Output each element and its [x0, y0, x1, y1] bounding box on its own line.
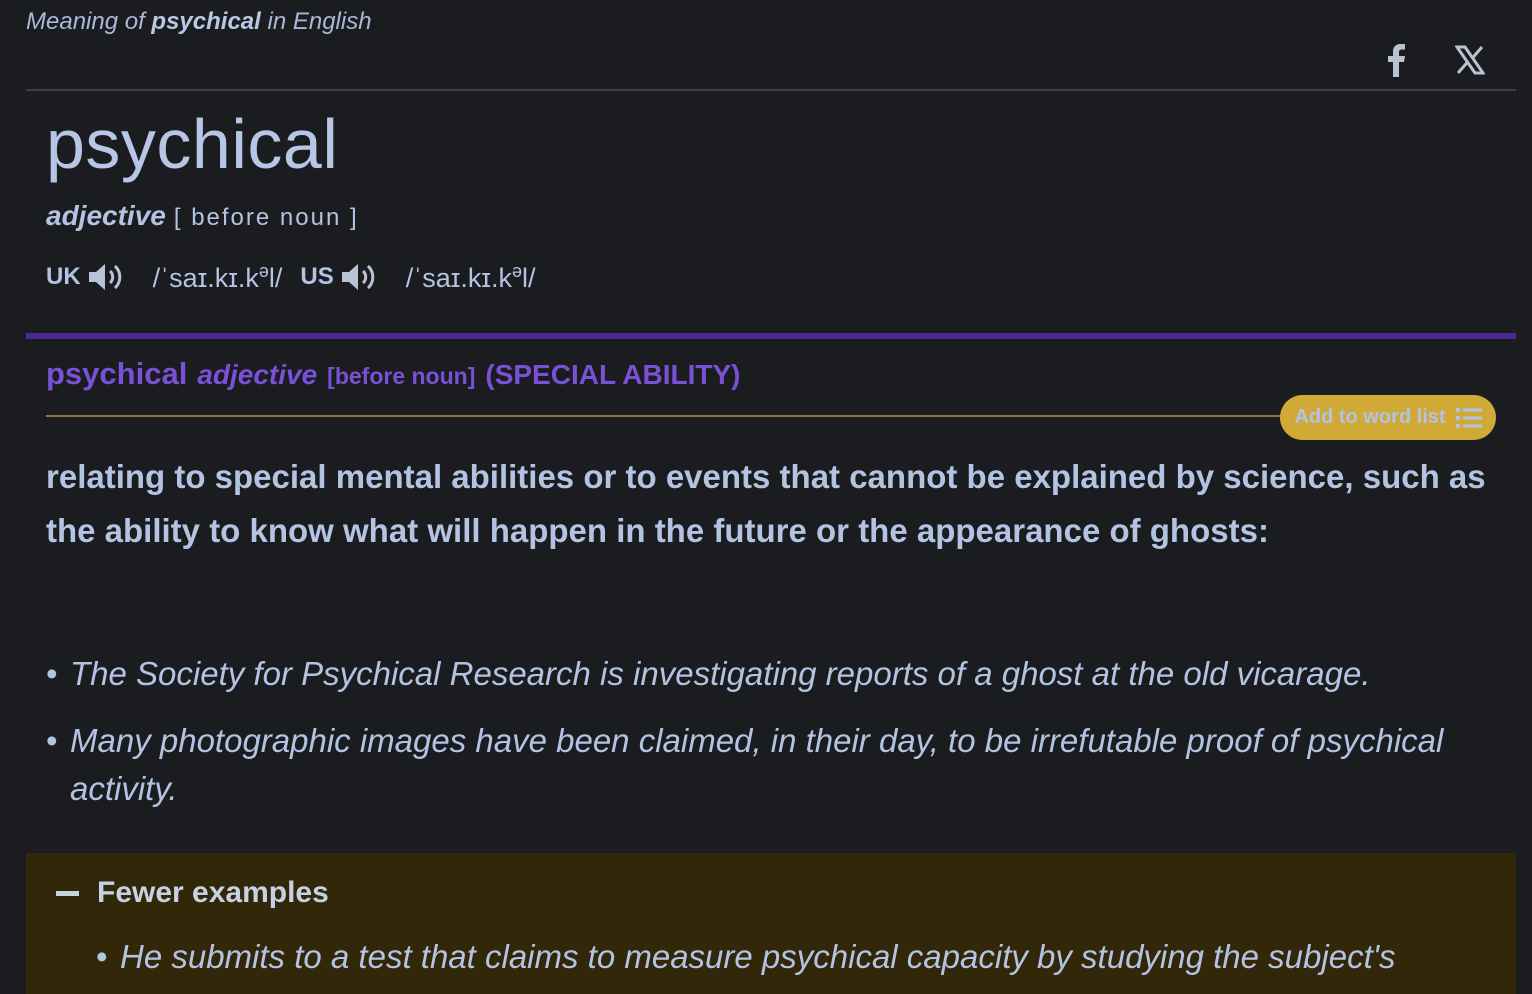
ipa-us: /ˈsaɪ.kɪ.kəl/: [406, 261, 536, 294]
meaning-prefix: Meaning of: [26, 8, 145, 35]
region-us: US: [300, 263, 334, 290]
play-uk-audio-button[interactable]: [87, 260, 127, 294]
fewer-examples-toggle[interactable]: Fewer examples: [56, 873, 329, 913]
page-title: psychical: [46, 105, 339, 183]
ipa-uk-sup: ə: [258, 260, 269, 281]
meaning-word: psychical: [151, 8, 261, 35]
fewer-examples-label: Fewer examples: [97, 876, 329, 909]
ipa-uk-main: /ˈsaɪ.kɪ.k: [152, 262, 259, 293]
part-of-speech: adjective: [46, 200, 166, 231]
region-uk: UK: [46, 263, 81, 290]
speaker-icon: [88, 264, 121, 290]
header-divider: [26, 89, 1516, 91]
play-us-audio-button[interactable]: [340, 260, 380, 294]
example-sentence: Many photographic images have been claim…: [46, 717, 1486, 813]
example-list: The Society for Psychical Research is in…: [46, 650, 1486, 832]
ipa-us-sup: ə: [512, 260, 523, 281]
example-sentence: He submits to a test that claims to meas…: [96, 933, 1496, 981]
facebook-icon: [1388, 44, 1405, 77]
entry-divider: [26, 333, 1516, 339]
sense-pos: adjective: [197, 359, 318, 390]
definition-text: relating to special mental abilities or …: [46, 458, 1486, 549]
share-facebook-button[interactable]: [1378, 40, 1414, 80]
sense-divider: [46, 415, 1286, 417]
ipa-us-end: l/: [522, 262, 536, 293]
minus-icon: [56, 890, 79, 896]
add-to-word-list-button[interactable]: Add to word list: [1280, 395, 1496, 440]
list-icon: [1455, 407, 1482, 429]
meaning-heading: Meaning of psychical in English: [26, 8, 372, 36]
ipa-uk-end: l/: [268, 262, 283, 293]
more-examples-list: He submits to a test that claims to meas…: [96, 933, 1496, 981]
speaker-icon: [341, 264, 375, 290]
pronunciation-line: UK /ˈsaɪ.kɪ.kəl/ US /ˈsaɪ.kɪ.kəl/: [46, 258, 554, 296]
example-sentence: The Society for Psychical Research is in…: [46, 650, 1486, 698]
grammar-label: [ before noun ]: [173, 204, 359, 231]
sense-guideword: (SPECIAL ABILITY): [485, 359, 741, 390]
dictionary-page: Meaning of psychical in English psychica…: [0, 0, 1532, 994]
part-of-speech-line: adjective [ before noun ]: [46, 200, 359, 232]
share-x-button[interactable]: [1450, 40, 1490, 80]
add-to-word-list-label: Add to word list: [1294, 406, 1446, 428]
ipa-uk: /ˈsaɪ.kɪ.kəl/: [153, 261, 283, 294]
meaning-suffix: in English: [267, 8, 372, 35]
sense-headword: psychical: [46, 356, 188, 391]
ipa-us-main: /ˈsaɪ.kɪ.k: [405, 262, 512, 293]
sense-grammar: [before noun]: [327, 363, 476, 389]
sense-header: psychical adjective [before noun] (SPECI…: [46, 356, 741, 392]
x-twitter-icon: [1455, 45, 1485, 75]
more-examples-panel: Fewer examples He submits to a test that…: [26, 853, 1516, 994]
